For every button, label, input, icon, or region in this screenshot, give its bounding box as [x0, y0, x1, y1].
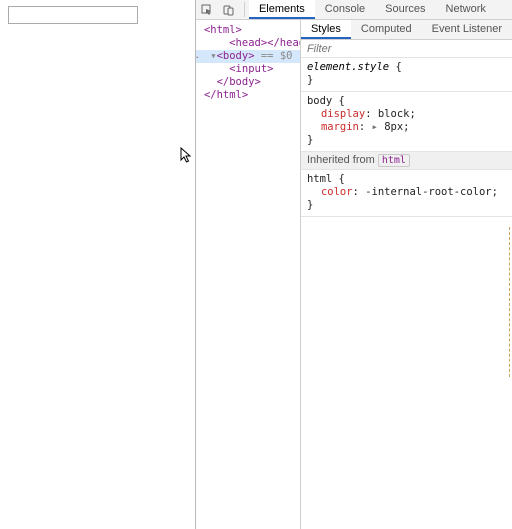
- subtab-computed[interactable]: Computed: [351, 20, 422, 39]
- devtools-panel: Elements Console Sources Network <html> …: [195, 0, 512, 529]
- dom-node-html-open[interactable]: <html>: [196, 24, 300, 37]
- box-model-margin-edge: [508, 227, 510, 377]
- rule-body[interactable]: body { display: block; margin: ▸ 8px; }: [301, 92, 512, 152]
- tab-sources[interactable]: Sources: [375, 0, 435, 19]
- device-toggle-icon[interactable]: [218, 0, 240, 19]
- subtab-event-listeners[interactable]: Event Listener: [422, 20, 512, 39]
- styles-subtabs: Styles Computed Event Listener: [301, 20, 512, 40]
- rule-element-style[interactable]: element.style {}: [301, 58, 512, 92]
- page-input[interactable]: [8, 6, 138, 24]
- styles-pane: Styles Computed Event Listener element.s…: [300, 20, 512, 529]
- inherited-from-tag[interactable]: html: [378, 154, 410, 167]
- rule-html[interactable]: html { color: -internal-root-color; }: [301, 170, 512, 217]
- dom-node-input[interactable]: <input>: [196, 63, 300, 76]
- page-viewport: [0, 0, 195, 529]
- inspect-element-icon[interactable]: [196, 0, 218, 19]
- devtools-toolbar: Elements Console Sources Network: [196, 0, 512, 20]
- tab-elements[interactable]: Elements: [249, 0, 315, 19]
- devtools-body: <html> <head></head> ▾<body> == $0 <inpu…: [196, 20, 512, 529]
- dom-node-body[interactable]: ▾<body> == $0: [196, 50, 300, 63]
- box-model-area: [301, 217, 512, 529]
- subtab-styles[interactable]: Styles: [301, 20, 351, 39]
- dom-node-body-close[interactable]: </body>: [196, 76, 300, 89]
- styles-filter-input[interactable]: [301, 40, 512, 57]
- tab-console[interactable]: Console: [315, 0, 375, 19]
- devtools-main-tabs: Elements Console Sources Network: [249, 0, 496, 19]
- cursor-icon: [180, 147, 192, 168]
- dom-node-head[interactable]: <head></head>: [196, 37, 300, 50]
- dom-tree[interactable]: <html> <head></head> ▾<body> == $0 <inpu…: [196, 20, 300, 529]
- styles-filter[interactable]: [301, 40, 512, 58]
- dom-node-html-close[interactable]: </html>: [196, 89, 300, 102]
- inherited-label: Inherited from: [307, 154, 375, 166]
- toolbar-separator: [244, 2, 245, 17]
- inherited-from-bar: Inherited from html: [301, 152, 512, 170]
- tab-network[interactable]: Network: [436, 0, 496, 19]
